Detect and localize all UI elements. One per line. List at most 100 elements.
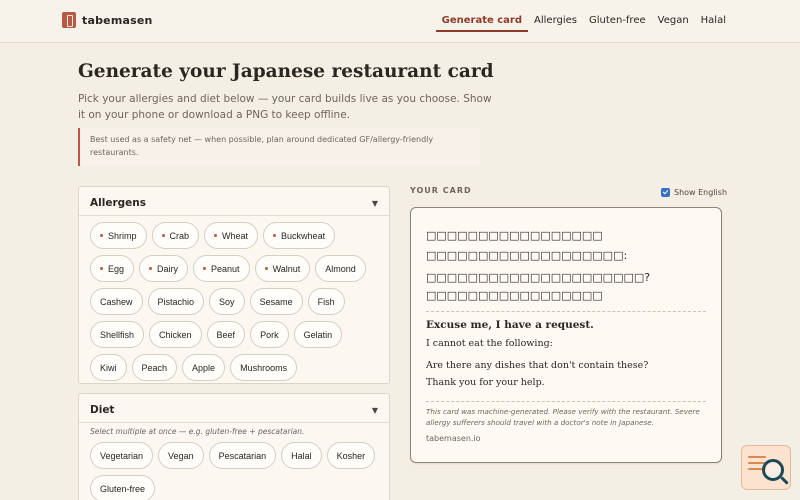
diet-chip-gluten-free[interactable]: Gluten-free <box>90 475 156 500</box>
chip-label: Egg <box>108 263 125 274</box>
major-allergen-dot-icon <box>273 234 277 237</box>
allergens-panel: Allergens ▼ Shrimp Crab Wheat Buckwheat Egg D… <box>78 186 390 384</box>
chip-label: Peanut <box>211 263 240 274</box>
english-line: Are there any dishes that don't contain … <box>426 360 649 371</box>
japanese-line: □□□□□□□□□□□□□□□□□ <box>426 289 603 302</box>
allergen-chip-fish[interactable]: Fish <box>307 288 345 315</box>
nav-halal[interactable]: Halal <box>695 0 732 32</box>
card-divider <box>426 401 706 402</box>
chip-label: Almond <box>325 263 356 274</box>
chip-label: Peach <box>141 362 168 373</box>
diet-chip-vegan[interactable]: Vegan <box>158 442 204 469</box>
allergen-chip-gelatin[interactable]: Gelatin <box>293 321 343 348</box>
allergens-title: Allergens <box>90 197 146 209</box>
allergen-chip-pork[interactable]: Pork <box>250 321 289 348</box>
chevron-down-icon[interactable]: ▼ <box>372 199 378 208</box>
page-title: Generate your Japanese restaurant card <box>78 61 494 82</box>
japanese-line: □□□□□□□□□□□□□□□□□□□: <box>426 249 628 262</box>
brand-logo-icon <box>62 12 76 28</box>
english-line: I cannot eat the following: <box>426 338 553 349</box>
allergen-chip-almond[interactable]: Almond <box>315 255 366 282</box>
allergen-chip-beef[interactable]: Beef <box>206 321 246 348</box>
nav-gluten-free[interactable]: Gluten-free <box>583 0 652 32</box>
japanese-line: □□□□□□□□□□□□□□□□□□□□□? <box>426 271 651 284</box>
allergens-panel-header[interactable]: Allergens ▼ <box>79 187 389 211</box>
floating-search-widget[interactable] <box>741 445 791 490</box>
diet-hint: Select multiple at once — e.g. gluten-fr… <box>90 427 305 436</box>
chip-label: Pistachio <box>157 296 195 307</box>
major-allergen-dot-icon <box>100 234 103 237</box>
allergen-chip-shellfish[interactable]: Shellfish <box>90 321 145 348</box>
your-card-label: YOUR CARD <box>410 186 472 195</box>
page-subtitle: Pick your allergies and diet below — you… <box>78 93 492 121</box>
chip-label: Kiwi <box>100 362 117 373</box>
show-english-checkbox[interactable] <box>661 188 670 197</box>
chip-label: Fish <box>317 296 335 307</box>
nav-generate-card[interactable]: Generate card <box>435 0 529 32</box>
major-allergen-dot-icon <box>264 267 268 270</box>
chip-label: Chicken <box>159 329 192 340</box>
allergen-chip-cashew[interactable]: Cashew <box>90 288 143 315</box>
brand-name: tabemasen <box>82 13 153 27</box>
chip-label: Gelatin <box>303 329 333 340</box>
chevron-down-icon[interactable]: ▼ <box>372 406 378 415</box>
chip-label: Beef <box>216 329 236 340</box>
nav-allergies[interactable]: Allergies <box>528 0 583 32</box>
chip-label: Wheat <box>222 230 249 241</box>
diet-panel: Diet ▼ Select multiple at once — e.g. gl… <box>78 393 390 500</box>
diet-title: Diet <box>90 404 115 416</box>
chip-label: Soy <box>219 296 235 307</box>
restaurant-card: □□□□□□□□□□□□□□□□□ □□□□□□□□□□□□□□□□□□□: □… <box>410 207 722 463</box>
allergen-chip-sesame[interactable]: Sesame <box>249 288 303 315</box>
card-disclaimer: This card was machine-generated. Please … <box>426 407 700 427</box>
diet-panel-header[interactable]: Diet ▼ <box>79 394 389 418</box>
chip-label: Shellfish <box>100 329 135 340</box>
nav-vegan[interactable]: Vegan <box>652 0 695 32</box>
allergen-chip-list: Shrimp Crab Wheat Buckwheat Egg Dairy Peanut Wa… <box>79 216 379 381</box>
major-allergen-dot-icon <box>161 234 165 237</box>
diet-chip-halal[interactable]: Halal <box>281 442 322 469</box>
diet-chip-pescatarian[interactable]: Pescatarian <box>208 442 277 469</box>
allergen-chip-chicken[interactable]: Chicken <box>149 321 202 348</box>
allergen-chip-egg[interactable]: Egg <box>90 255 135 282</box>
top-bar: tabemasen Generate card Allergies Gluten… <box>0 0 800 43</box>
chip-label: Apple <box>192 362 216 373</box>
chip-label: Buckwheat <box>281 230 326 241</box>
allergen-chip-dairy[interactable]: Dairy <box>139 255 189 282</box>
allergen-chip-mushrooms[interactable]: Mushrooms <box>230 354 298 381</box>
chip-label: Pork <box>260 329 279 340</box>
allergen-chip-soy[interactable]: Soy <box>209 288 245 315</box>
chip-label: Cashew <box>100 296 133 307</box>
major-allergen-dot-icon <box>214 234 218 237</box>
chip-label: Walnut <box>272 263 301 274</box>
chip-label: Sesame <box>259 296 293 307</box>
main-nav: Generate card Allergies Gluten-free Vega… <box>435 0 732 43</box>
show-english-label: Show English <box>674 188 728 197</box>
english-line: Thank you for your help. <box>426 377 545 388</box>
allergen-chip-pistachio[interactable]: Pistachio <box>147 288 205 315</box>
chip-label: Dairy <box>157 263 179 274</box>
chip-label: Mushrooms <box>240 362 288 373</box>
chip-label: Crab <box>169 230 190 241</box>
diet-chip-vegetarian[interactable]: Vegetarian <box>90 442 154 469</box>
magnifier-handle <box>780 476 789 485</box>
chip-label: Shrimp <box>108 230 137 241</box>
safety-notice: Best used as a safety net — when possibl… <box>78 128 480 166</box>
allergen-chip-buckwheat[interactable]: Buckwheat <box>263 222 336 249</box>
major-allergen-dot-icon <box>203 267 207 270</box>
card-divider <box>426 311 706 312</box>
allergen-chip-peach[interactable]: Peach <box>131 354 178 381</box>
brand[interactable]: tabemasen <box>62 12 153 28</box>
show-english-toggle[interactable]: Show English <box>661 188 727 197</box>
allergen-chip-wheat[interactable]: Wheat <box>204 222 259 249</box>
card-site-url: tabemasen.io <box>426 434 481 443</box>
allergen-chip-apple[interactable]: Apple <box>182 354 226 381</box>
allergen-chip-walnut[interactable]: Walnut <box>254 255 311 282</box>
allergen-chip-crab[interactable]: Crab <box>151 222 200 249</box>
major-allergen-dot-icon <box>100 267 103 270</box>
diet-chip-kosher[interactable]: Kosher <box>326 442 376 469</box>
allergen-chip-shrimp[interactable]: Shrimp <box>90 222 147 249</box>
allergen-chip-peanut[interactable]: Peanut <box>193 255 250 282</box>
allergen-chip-kiwi[interactable]: Kiwi <box>90 354 127 381</box>
japanese-line: □□□□□□□□□□□□□□□□□ <box>426 229 603 242</box>
